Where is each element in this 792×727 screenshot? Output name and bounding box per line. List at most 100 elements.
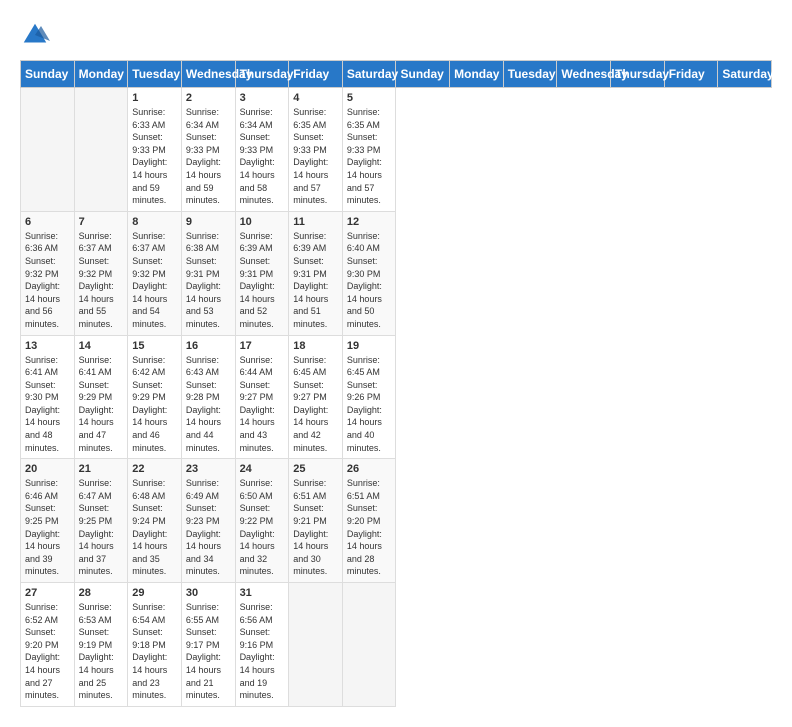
day-cell: 31 Sunrise: 6:56 AM Sunset: 9:16 PM Dayl… [235, 583, 289, 707]
day-cell: 20 Sunrise: 6:46 AM Sunset: 9:25 PM Dayl… [21, 459, 75, 583]
daylight: Daylight: 14 hours and 19 minutes. [240, 652, 275, 700]
sunset: Sunset: 9:25 PM [25, 503, 59, 526]
day-info: Sunrise: 6:48 AM Sunset: 9:24 PM Dayligh… [132, 477, 177, 578]
day-cell: 8 Sunrise: 6:37 AM Sunset: 9:32 PM Dayli… [128, 211, 182, 335]
sunrise: Sunrise: 6:39 AM [293, 231, 326, 254]
daylight: Daylight: 14 hours and 43 minutes. [240, 405, 275, 453]
sunset: Sunset: 9:32 PM [132, 256, 166, 279]
day-number: 4 [293, 92, 338, 104]
day-number: 1 [132, 92, 177, 104]
day-number: 29 [132, 587, 177, 599]
day-number: 31 [240, 587, 285, 599]
daylight: Daylight: 14 hours and 47 minutes. [79, 405, 114, 453]
day-cell: 13 Sunrise: 6:41 AM Sunset: 9:30 PM Dayl… [21, 335, 75, 459]
week-row-5: 27 Sunrise: 6:52 AM Sunset: 9:20 PM Dayl… [21, 583, 772, 707]
day-cell: 3 Sunrise: 6:34 AM Sunset: 9:33 PM Dayli… [235, 88, 289, 212]
day-cell: 9 Sunrise: 6:38 AM Sunset: 9:31 PM Dayli… [181, 211, 235, 335]
day-info: Sunrise: 6:53 AM Sunset: 9:19 PM Dayligh… [79, 601, 124, 702]
day-number: 10 [240, 216, 285, 228]
sunset: Sunset: 9:33 PM [132, 132, 166, 155]
sunset: Sunset: 9:29 PM [79, 380, 113, 403]
day-number: 5 [347, 92, 392, 104]
sunset: Sunset: 9:19 PM [79, 627, 113, 650]
daylight: Daylight: 14 hours and 21 minutes. [186, 652, 221, 700]
day-cell [74, 88, 128, 212]
day-number: 3 [240, 92, 285, 104]
sunset: Sunset: 9:25 PM [79, 503, 113, 526]
daylight: Daylight: 14 hours and 59 minutes. [186, 157, 221, 205]
day-number: 8 [132, 216, 177, 228]
sunrise: Sunrise: 6:56 AM [240, 602, 273, 625]
day-info: Sunrise: 6:47 AM Sunset: 9:25 PM Dayligh… [79, 477, 124, 578]
sunset: Sunset: 9:22 PM [240, 503, 274, 526]
daylight: Daylight: 14 hours and 30 minutes. [293, 529, 328, 577]
day-number: 30 [186, 587, 231, 599]
day-cell: 24 Sunrise: 6:50 AM Sunset: 9:22 PM Dayl… [235, 459, 289, 583]
daylight: Daylight: 14 hours and 28 minutes. [347, 529, 382, 577]
sunrise: Sunrise: 6:35 AM [293, 107, 326, 130]
day-cell: 10 Sunrise: 6:39 AM Sunset: 9:31 PM Dayl… [235, 211, 289, 335]
day-number: 22 [132, 463, 177, 475]
daylight: Daylight: 14 hours and 40 minutes. [347, 405, 382, 453]
day-info: Sunrise: 6:50 AM Sunset: 9:22 PM Dayligh… [240, 477, 285, 578]
day-info: Sunrise: 6:54 AM Sunset: 9:18 PM Dayligh… [132, 601, 177, 702]
sunset: Sunset: 9:31 PM [293, 256, 327, 279]
sunset: Sunset: 9:21 PM [293, 503, 327, 526]
day-info: Sunrise: 6:49 AM Sunset: 9:23 PM Dayligh… [186, 477, 231, 578]
week-row-4: 20 Sunrise: 6:46 AM Sunset: 9:25 PM Dayl… [21, 459, 772, 583]
sunset: Sunset: 9:33 PM [186, 132, 220, 155]
day-info: Sunrise: 6:33 AM Sunset: 9:33 PM Dayligh… [132, 106, 177, 207]
col-header-wednesday: Wednesday [557, 61, 611, 88]
sunrise: Sunrise: 6:51 AM [347, 478, 380, 501]
sunrise: Sunrise: 6:43 AM [186, 355, 219, 378]
day-cell: 29 Sunrise: 6:54 AM Sunset: 9:18 PM Dayl… [128, 583, 182, 707]
week-row-2: 6 Sunrise: 6:36 AM Sunset: 9:32 PM Dayli… [21, 211, 772, 335]
sunset: Sunset: 9:33 PM [240, 132, 274, 155]
day-cell: 18 Sunrise: 6:45 AM Sunset: 9:27 PM Dayl… [289, 335, 343, 459]
day-cell: 30 Sunrise: 6:55 AM Sunset: 9:17 PM Dayl… [181, 583, 235, 707]
sunrise: Sunrise: 6:41 AM [25, 355, 58, 378]
daylight: Daylight: 14 hours and 54 minutes. [132, 281, 167, 329]
day-number: 11 [293, 216, 338, 228]
header-wednesday: Wednesday [181, 61, 235, 88]
day-info: Sunrise: 6:55 AM Sunset: 9:17 PM Dayligh… [186, 601, 231, 702]
sunrise: Sunrise: 6:37 AM [132, 231, 165, 254]
logo-icon [20, 20, 50, 50]
daylight: Daylight: 14 hours and 52 minutes. [240, 281, 275, 329]
col-header-saturday: Saturday [718, 61, 772, 88]
sunrise: Sunrise: 6:49 AM [186, 478, 219, 501]
sunset: Sunset: 9:33 PM [347, 132, 381, 155]
daylight: Daylight: 14 hours and 56 minutes. [25, 281, 60, 329]
day-info: Sunrise: 6:39 AM Sunset: 9:31 PM Dayligh… [240, 230, 285, 331]
col-header-monday: Monday [450, 61, 504, 88]
day-cell: 7 Sunrise: 6:37 AM Sunset: 9:32 PM Dayli… [74, 211, 128, 335]
daylight: Daylight: 14 hours and 58 minutes. [240, 157, 275, 205]
sunrise: Sunrise: 6:34 AM [186, 107, 219, 130]
daylight: Daylight: 14 hours and 51 minutes. [293, 281, 328, 329]
day-cell [21, 88, 75, 212]
day-cell: 4 Sunrise: 6:35 AM Sunset: 9:33 PM Dayli… [289, 88, 343, 212]
day-number: 16 [186, 340, 231, 352]
sunset: Sunset: 9:32 PM [79, 256, 113, 279]
day-info: Sunrise: 6:56 AM Sunset: 9:16 PM Dayligh… [240, 601, 285, 702]
header-tuesday: Tuesday [128, 61, 182, 88]
day-cell [342, 583, 396, 707]
day-number: 6 [25, 216, 70, 228]
sunrise: Sunrise: 6:37 AM [79, 231, 112, 254]
sunrise: Sunrise: 6:40 AM [347, 231, 380, 254]
day-cell: 27 Sunrise: 6:52 AM Sunset: 9:20 PM Dayl… [21, 583, 75, 707]
day-cell: 23 Sunrise: 6:49 AM Sunset: 9:23 PM Dayl… [181, 459, 235, 583]
sunset: Sunset: 9:32 PM [25, 256, 59, 279]
day-cell: 2 Sunrise: 6:34 AM Sunset: 9:33 PM Dayli… [181, 88, 235, 212]
day-number: 12 [347, 216, 392, 228]
sunset: Sunset: 9:27 PM [240, 380, 274, 403]
day-info: Sunrise: 6:45 AM Sunset: 9:26 PM Dayligh… [347, 354, 392, 455]
daylight: Daylight: 14 hours and 32 minutes. [240, 529, 275, 577]
header-monday: Monday [74, 61, 128, 88]
col-header-tuesday: Tuesday [503, 61, 557, 88]
sunset: Sunset: 9:33 PM [293, 132, 327, 155]
day-cell: 16 Sunrise: 6:43 AM Sunset: 9:28 PM Dayl… [181, 335, 235, 459]
day-number: 2 [186, 92, 231, 104]
day-info: Sunrise: 6:35 AM Sunset: 9:33 PM Dayligh… [347, 106, 392, 207]
day-cell: 28 Sunrise: 6:53 AM Sunset: 9:19 PM Dayl… [74, 583, 128, 707]
